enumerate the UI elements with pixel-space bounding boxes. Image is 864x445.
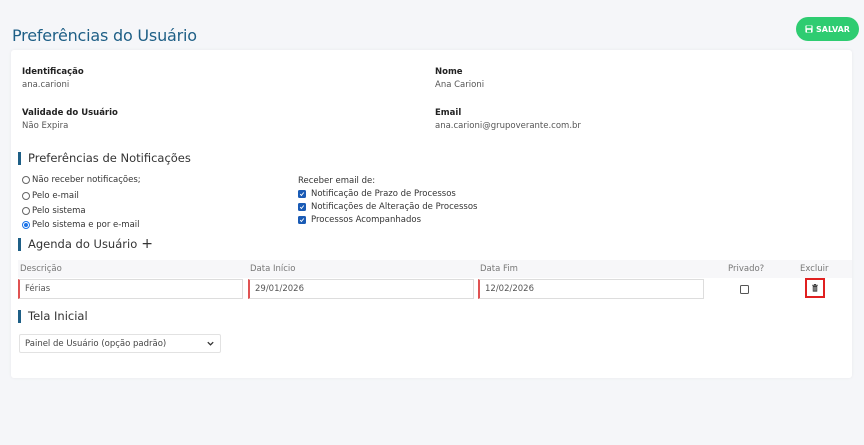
notifications-section-label: Preferências de Notificações — [28, 151, 191, 165]
agenda-section-label: Agenda do Usuário — [28, 237, 138, 251]
radio-button-selected[interactable] — [22, 221, 30, 229]
id-label: Identificação — [22, 67, 84, 77]
delete-row-button[interactable] — [805, 278, 825, 298]
checkmark-icon[interactable] — [298, 216, 306, 224]
home-section-label: Tela Inicial — [28, 309, 88, 323]
home-screen-selected-value: Painel de Usuário (opção padrão) — [25, 339, 167, 349]
radio-email[interactable]: Pelo e-mail — [22, 191, 79, 201]
agenda-section-title: Agenda do Usuário + — [18, 237, 153, 251]
section-accent-bar — [18, 309, 21, 323]
checkbox-label: Notificação de Prazo de Processos — [311, 189, 456, 199]
col-privado: Privado? — [728, 264, 765, 274]
col-data-fim: Data Fim — [480, 264, 518, 274]
preferences-card: Identificação ana.carioni Nome Ana Cario… — [11, 50, 852, 378]
chevron-down-icon — [207, 341, 214, 346]
checkbox-deadline-notification[interactable]: Notificação de Prazo de Processos — [298, 189, 456, 199]
radio-system-and-email[interactable]: Pelo sistema e por e-mail — [22, 220, 140, 230]
col-descricao: Descrição — [20, 264, 62, 274]
agenda-table-header: Descrição Data Início Data Fim Privado? … — [18, 260, 852, 278]
radio-label: Não receber notificações; — [32, 175, 141, 185]
id-value: ana.carioni — [22, 80, 70, 90]
trash-icon — [812, 284, 818, 292]
radio-label: Pelo e-mail — [32, 191, 79, 201]
radio-label: Pelo sistema e por e-mail — [32, 220, 140, 230]
checkmark-icon[interactable] — [298, 190, 306, 198]
email-value: ana.carioni@grupoverante.com.br — [435, 121, 581, 131]
email-options-heading: Receber email de: — [298, 176, 376, 186]
save-button-label: SALVAR — [816, 24, 850, 34]
checkmark-icon[interactable] — [298, 203, 306, 211]
name-label: Nome — [435, 67, 463, 77]
data-inicio-input[interactable]: 29/01/2026 — [248, 279, 474, 299]
radio-button[interactable] — [22, 176, 30, 184]
home-section-title: Tela Inicial — [18, 309, 88, 323]
notifications-section-title: Preferências de Notificações — [18, 151, 191, 165]
checkbox-label: Notificações de Alteração de Processos — [311, 202, 478, 212]
save-button[interactable]: SALVAR — [796, 17, 859, 41]
descricao-input[interactable]: Férias — [18, 279, 243, 299]
data-fim-input[interactable]: 12/02/2026 — [478, 279, 704, 299]
home-screen-select[interactable]: Painel de Usuário (opção padrão) — [19, 334, 221, 353]
col-data-inicio: Data Início — [250, 264, 296, 274]
add-agenda-plus-icon[interactable]: + — [141, 237, 153, 251]
checkbox-label: Processos Acompanhados — [311, 215, 422, 225]
col-excluir: Excluir — [800, 264, 829, 274]
validity-label: Validade do Usuário — [22, 108, 118, 118]
section-accent-bar — [18, 237, 21, 251]
radio-label: Pelo sistema — [32, 206, 86, 216]
validity-value: Não Expira — [22, 121, 69, 131]
email-label: Email — [435, 108, 462, 118]
checkbox-change-notification[interactable]: Notificações de Alteração de Processos — [298, 202, 477, 212]
radio-button[interactable] — [22, 207, 30, 215]
page-title: Preferências do Usuário — [12, 26, 197, 45]
floppy-disk-icon — [805, 25, 813, 33]
privado-checkbox[interactable] — [740, 285, 749, 294]
name-value: Ana Carioni — [435, 80, 485, 90]
radio-system[interactable]: Pelo sistema — [22, 206, 86, 216]
section-accent-bar — [18, 151, 21, 165]
checkbox-followed-processes[interactable]: Processos Acompanhados — [298, 215, 421, 225]
radio-button[interactable] — [22, 192, 30, 200]
radio-no-notifications[interactable]: Não receber notificações; — [22, 175, 141, 185]
